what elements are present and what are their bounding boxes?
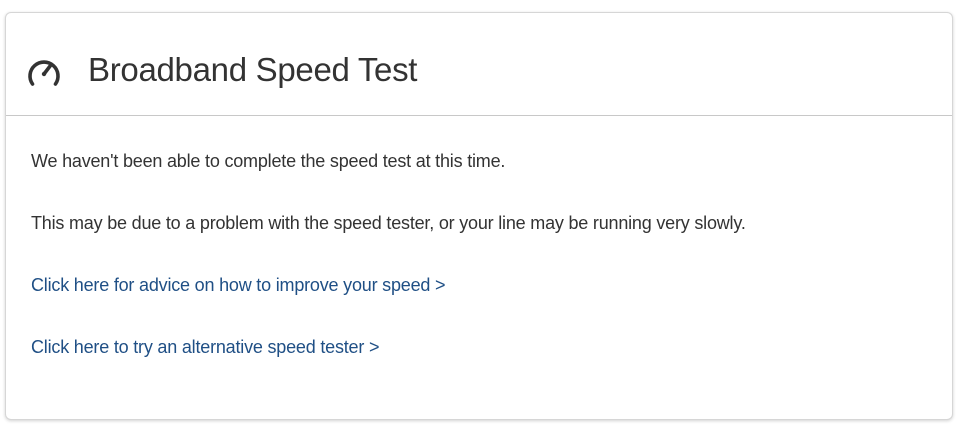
- speedometer-icon: [28, 60, 60, 86]
- error-message: We haven't been able to complete the spe…: [31, 151, 506, 171]
- speed-test-card: Broadband Speed Test We haven't been abl…: [5, 12, 953, 420]
- error-explanation: This may be due to a problem with the sp…: [31, 213, 746, 233]
- page-title: Broadband Speed Test: [88, 51, 418, 88]
- alternative-speed-tester-link[interactable]: Click here to try an alternative speed t…: [31, 337, 379, 358]
- card-header: Broadband Speed Test: [6, 13, 952, 116]
- improve-speed-advice-link[interactable]: Click here for advice on how to improve …: [31, 275, 446, 296]
